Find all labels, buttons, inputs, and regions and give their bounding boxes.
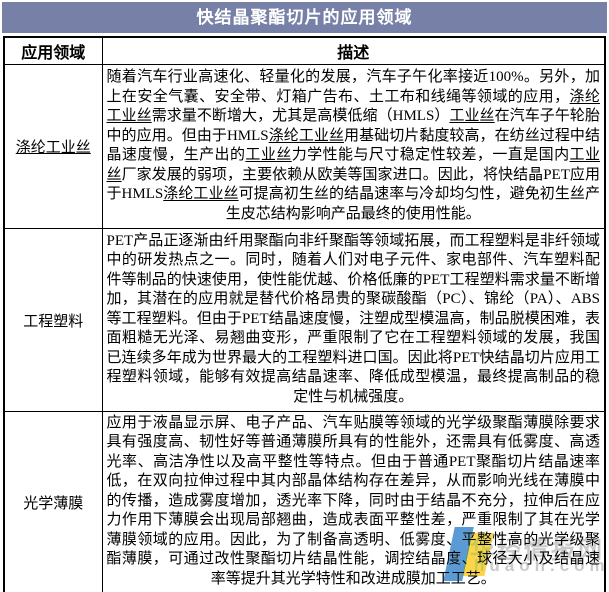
description-cell: 随着汽车行业高速化、轻量化的发展，汽车子午化率接近100%。另外，加上在安全气囊… (102, 65, 605, 229)
page-title: 快结晶聚酯切片的应用领域 (2, 2, 607, 33)
table-row: 光学薄膜应用于液晶显示屏、电子产品、汽车贴膜等领域的光学级聚酯薄膜除要求具有强度… (4, 412, 605, 592)
col-header-description: 描述 (102, 37, 605, 65)
header-row: 应用领域 描述 (4, 37, 605, 65)
description-cell: PET产品正逐渐由纤用聚酯向非纤聚酯等领域拓展，而工程塑料是非纤领域中的研发热点… (102, 229, 605, 412)
field-cell: 光学薄膜 (4, 412, 102, 592)
table-row: 涤纶工业丝随着汽车行业高速化、轻量化的发展，汽车子午化率接近100%。另外，加上… (4, 65, 605, 229)
description-cell: 应用于液晶显示屏、电子产品、汽车贴膜等领域的光学级聚酯薄膜除要求具有强度高、韧性… (102, 412, 605, 592)
table-row: 工程塑料PET产品正逐渐由纤用聚酯向非纤聚酯等领域拓展，而工程塑料是非纤领域中的… (4, 229, 605, 412)
field-cell: 工程塑料 (4, 229, 102, 412)
field-cell: 涤纶工业丝 (4, 65, 102, 229)
col-header-field: 应用领域 (4, 37, 102, 65)
page: 快结晶聚酯切片的应用领域 应用领域 描述 涤纶工业丝随着汽车行业高速化、轻量化的… (0, 0, 609, 592)
table-body: 涤纶工业丝随着汽车行业高速化、轻量化的发展，汽车子午化率接近100%。另外，加上… (4, 65, 605, 592)
application-table: 应用领域 描述 涤纶工业丝随着汽车行业高速化、轻量化的发展，汽车子午化率接近10… (3, 36, 606, 592)
